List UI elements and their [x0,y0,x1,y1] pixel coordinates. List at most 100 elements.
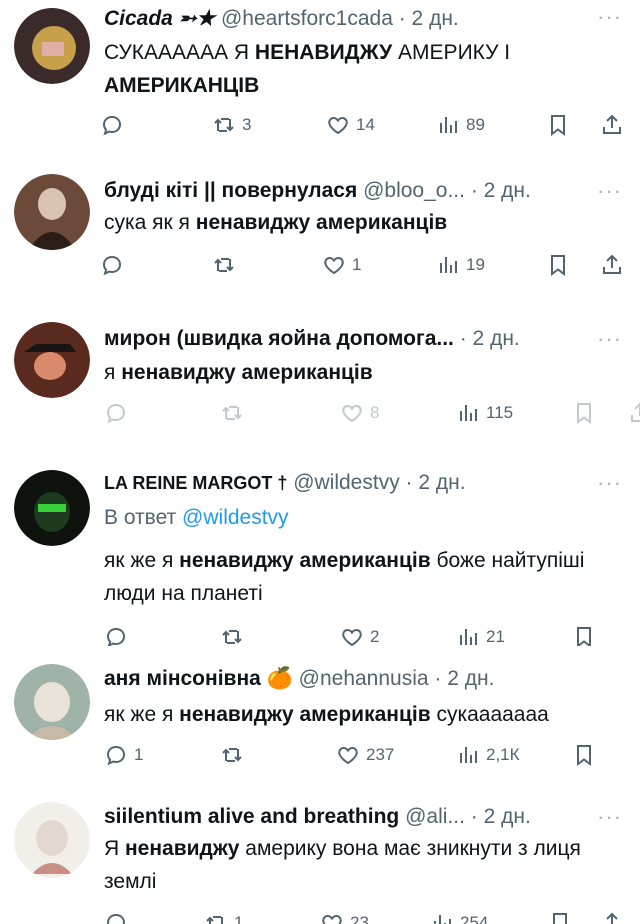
tweet-header: LA REINE MARGOT † @wildestvy · 2 дн. [104,470,600,496]
user-handle[interactable]: @nehannusia [299,667,429,690]
retweet-button[interactable] [220,622,250,646]
more-icon[interactable]: ··· [597,804,622,830]
share-button[interactable] [628,398,640,428]
user-name[interactable]: Cicada ➵★ [104,7,215,30]
user-name[interactable]: LA REINE MARGOT † [104,473,287,493]
like-button[interactable]: 8 [340,398,379,428]
share-button[interactable] [600,250,624,280]
retweet-button[interactable] [220,740,250,770]
bookmark-button[interactable] [572,740,596,770]
bookmark-icon [577,403,591,424]
reply-button[interactable] [104,622,134,646]
reply-icon [102,115,122,136]
reply-button[interactable] [104,398,134,428]
user-name[interactable]: siilentium alive and breathing [104,805,399,828]
tweet-4[interactable]: LA REINE MARGOT † @wildestvy · 2 дн. ···… [0,448,640,647]
views-button[interactable]: 89 [436,110,485,140]
avatar[interactable] [14,322,90,398]
tweet-actions: 2 21 [100,622,640,646]
tweet-actions: 3 14 89 [100,110,640,140]
reply-icon [106,403,126,424]
reply-button[interactable] [100,110,130,140]
views-button[interactable]: 21 [456,622,505,646]
avatar[interactable] [14,664,90,740]
like-button[interactable]: 1 [322,250,361,280]
like-button[interactable]: 2 [340,622,379,646]
views-button[interactable]: 19 [436,250,485,280]
bookmark-button[interactable] [546,250,570,280]
tweet-5[interactable]: аня мінсонівна 🍊 @nehannusia · 2 дн. як … [0,646,640,787]
avatar[interactable] [14,470,90,546]
share-button[interactable] [600,908,624,924]
like-button[interactable]: 237 [336,740,394,770]
tweet-text: сука як я ненавиджу американців [104,211,448,234]
retweet-button[interactable] [220,398,250,428]
tweet-text: як же я ненавиджу американців боже найту… [104,549,585,605]
views-icon [460,405,477,421]
user-handle[interactable]: @heartsforc1cada [221,7,393,30]
tweet-text: я ненавиджу американців [104,361,373,384]
more-icon[interactable]: ··· [597,470,622,496]
retweet-button[interactable]: 1 [204,908,243,924]
tweet-actions: 1 23 254 [100,908,640,924]
reply-to-line: В ответ @wildestvy [104,506,289,529]
tweet-time[interactable]: · 2 дн. [471,805,531,828]
tweet-3[interactable]: мирон (швидка яойна допомога... · 2 дн. … [0,298,640,449]
heart-icon [338,746,358,765]
tweet-time[interactable]: · 2 дн. [471,179,531,202]
user-name[interactable]: блуді кіті || повернулася [104,179,357,202]
like-button[interactable]: 23 [320,908,369,924]
reply-to-link[interactable]: @wildestvy [182,506,289,529]
more-icon[interactable]: ··· [597,4,622,30]
share-icon [603,114,621,134]
bookmark-icon [553,913,567,924]
tweet-header: siilentium alive and breathing @ali... ·… [104,804,600,830]
avatar[interactable] [14,802,90,878]
bookmark-button[interactable] [548,908,572,924]
tweet-1[interactable]: Cicada ➵★ @heartsforc1cada · 2 дн. ··· С… [0,0,640,161]
retweet-icon [222,748,242,762]
views-icon [460,629,477,645]
share-button[interactable] [600,110,624,140]
tweet-time[interactable]: · 2 дн. [460,327,520,350]
bookmark-button[interactable] [572,622,596,646]
share-icon [603,254,621,274]
retweet-button[interactable]: 3 [212,110,251,140]
user-name[interactable]: мирон (швидка яойна допомога... [104,327,454,350]
tweet-6[interactable]: siilentium alive and breathing @ali... ·… [0,786,640,924]
bookmark-icon [551,255,565,276]
bookmark-icon [577,745,591,766]
heart-icon [324,256,344,275]
views-icon [460,747,477,763]
bookmark-button[interactable] [572,398,596,428]
retweet-button[interactable] [212,250,242,280]
tweet-time[interactable]: · 2 дн. [399,7,459,30]
heart-icon [342,628,362,646]
views-icon [440,117,457,133]
more-icon[interactable]: ··· [597,178,622,204]
tweet-header: Cicada ➵★ @heartsforc1cada · 2 дн. [104,6,600,32]
retweet-icon [222,630,242,644]
user-handle[interactable]: @bloo_o... [363,179,465,202]
like-button[interactable]: 14 [326,110,375,140]
views-button[interactable]: 2,1К [456,740,520,770]
reply-button[interactable] [104,908,134,924]
views-button[interactable]: 115 [456,398,513,428]
more-icon[interactable]: ··· [597,326,622,352]
tweet-2[interactable]: блуді кіті || повернулася @bloo_o... · 2… [0,160,640,299]
heart-icon [322,914,342,924]
share-icon [631,402,640,422]
reply-button[interactable] [100,250,130,280]
user-name[interactable]: аня мінсонівна 🍊 [104,667,293,690]
user-handle[interactable]: @wildestvy [293,471,400,494]
reply-button[interactable]: 1 [104,740,143,770]
user-handle[interactable]: @ali... [405,805,465,828]
views-button[interactable]: 254 [430,908,488,924]
avatar[interactable] [14,8,90,84]
tweet-time[interactable]: · 2 дн. [406,471,466,494]
bookmark-button[interactable] [546,110,570,140]
tweet-time[interactable]: · 2 дн. [434,667,494,690]
tweet-header: блуді кіті || повернулася @bloo_o... · 2… [104,178,600,204]
avatar[interactable] [14,174,90,250]
heart-icon [342,404,362,423]
